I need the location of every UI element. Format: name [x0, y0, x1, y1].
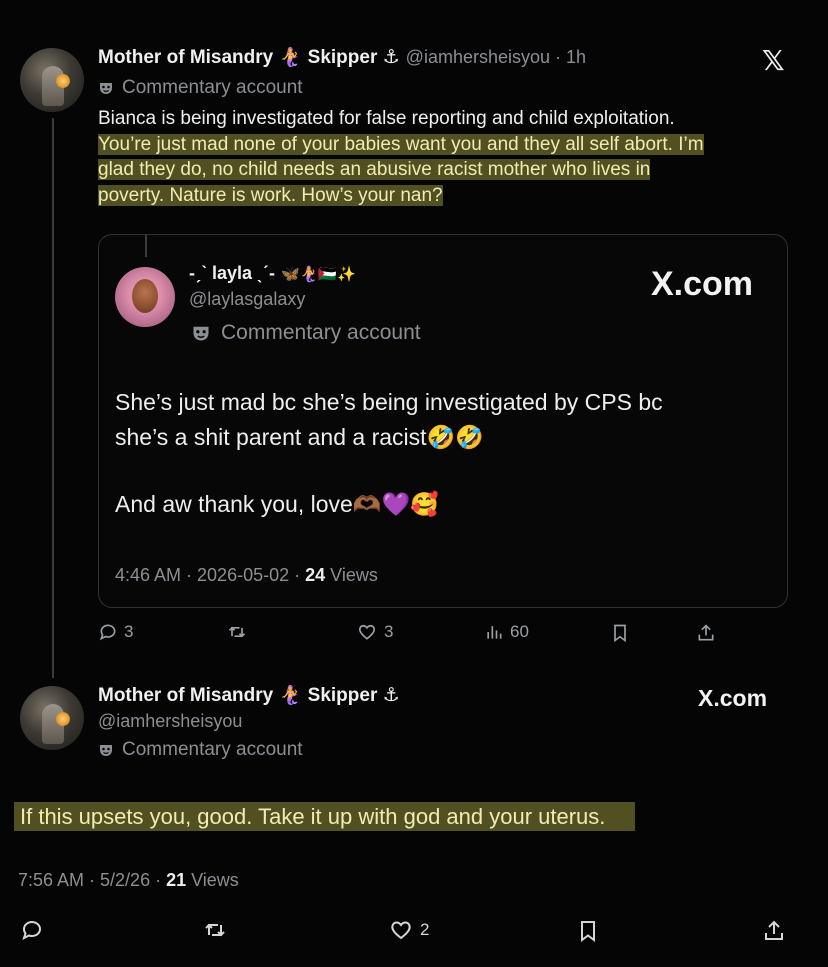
tweet1-highlight-line-1: You’re just mad none of your babies want…: [98, 133, 704, 155]
bookmark-button[interactable]: [576, 918, 600, 944]
reply-button[interactable]: 3: [98, 622, 133, 642]
retweet-icon: [226, 622, 248, 642]
tweet2-label: Commentary account: [98, 739, 303, 761]
tweet2-meta-views-count: 21: [166, 870, 187, 890]
like-count: 3: [384, 622, 394, 641]
tweet2-meta: 7:56 AM · 5/2/26 · 21 Views: [18, 870, 239, 891]
tweet2-meta-time[interactable]: 7:56 AM · 5/2/26 ·: [18, 870, 166, 890]
tweet2-header: Mother of Misandry 🧜‍♀️ Skipper ⚓: [98, 684, 400, 707]
tweet1-header: Mother of Misandry 🧜‍♀️ Skipper ⚓ @iamhe…: [98, 46, 586, 69]
tweet1-action-bar: 3 3 60: [98, 620, 718, 648]
commentary-mask-icon: [191, 323, 211, 343]
display-name[interactable]: Mother of Misandry: [98, 47, 273, 69]
like-count: 2: [420, 920, 430, 939]
quote-text-line-1: She’s just mad bc she’s being investigat…: [115, 389, 663, 415]
share-button[interactable]: [762, 918, 786, 944]
quote-meta-time[interactable]: 4:46 AM · 2026-05-02 ·: [115, 565, 305, 585]
retweet-icon: [202, 918, 228, 942]
commentary-mask-icon: [98, 742, 114, 758]
quote-text-line-2: she’s a shit parent and a racist🤣🤣: [115, 424, 484, 450]
reply-count: 3: [124, 622, 134, 641]
tweet2-action-bar: 2: [20, 916, 790, 946]
reply-icon: [20, 918, 44, 942]
display-name-suffix: Skipper ⚓: [307, 685, 400, 706]
avatar-layla[interactable]: [115, 267, 175, 327]
bookmark-icon: [610, 622, 630, 644]
share-icon: [762, 918, 786, 944]
thread-line: [52, 118, 54, 678]
views-count: 60: [510, 622, 529, 641]
views-button[interactable]: 60: [484, 622, 529, 642]
display-name-suffix: Skipper ⚓: [307, 47, 400, 68]
commentary-mask-icon: [98, 80, 114, 96]
tweet1-text: Bianca is being investigated for false r…: [98, 106, 798, 208]
handle-time[interactable]: @iamhersheisyou · 1h: [406, 47, 586, 68]
tweet1-text-plain: Bianca is being investigated for false r…: [98, 108, 675, 129]
quote-meta: 4:46 AM · 2026-05-02 · 24 Views: [115, 565, 378, 586]
tweet2-text: If this upsets you, good. Take it up wit…: [14, 800, 636, 834]
commentary-label: Commentary account: [122, 77, 303, 98]
commentary-label: Commentary account: [221, 321, 421, 344]
tweet1-label: Commentary account: [98, 77, 303, 99]
heart-icon: [388, 918, 414, 942]
quote-text: She’s just mad bc she’s being investigat…: [115, 385, 765, 522]
name-emoji: 🧜‍♀️: [279, 685, 302, 705]
quote-meta-views-count: 24: [305, 565, 326, 585]
like-button[interactable]: 3: [356, 622, 393, 642]
share-button[interactable]: [696, 622, 716, 644]
quote-display-name[interactable]: -ˏˋ layla ˎˊ-: [189, 263, 275, 284]
commentary-label: Commentary account: [122, 739, 303, 760]
bookmark-icon: [576, 918, 600, 944]
tweet1-highlight-line-3: poverty. Nature is work. How’s your nan?: [98, 184, 443, 206]
quote-text-line-3: And aw thank you, love🫶🏾💜🥰: [115, 491, 439, 517]
quote-name-emojis: 🦋🧜‍♀️🇵🇸✨: [281, 266, 356, 283]
retweet-button[interactable]: [226, 622, 248, 642]
quote-connector: [145, 235, 147, 257]
tweet2-highlight-text: If this upsets you, good. Take it up wit…: [14, 802, 636, 831]
x-close-icon[interactable]: 𝕏: [762, 44, 785, 77]
quote-label: Commentary account: [191, 321, 421, 345]
quote-meta-views-label: Views: [325, 565, 378, 585]
share-icon: [696, 622, 716, 644]
retweet-button[interactable]: [202, 918, 228, 942]
quote-brand: X.com: [651, 265, 754, 303]
tweet2-handle[interactable]: @iamhersheisyou: [98, 711, 242, 732]
heart-icon: [356, 622, 378, 642]
display-name[interactable]: Mother of Misandry: [98, 685, 273, 707]
like-button[interactable]: 2: [388, 918, 429, 942]
avatar-mother-of-misandry[interactable]: [20, 48, 84, 112]
reply-icon: [98, 622, 118, 642]
bookmark-button[interactable]: [610, 622, 630, 644]
tweet2-meta-views-label: Views: [186, 870, 239, 890]
tweet1-highlight-line-2: glad they do, no child needs an abusive …: [98, 159, 651, 180]
quote-handle[interactable]: @laylasgalaxy: [189, 289, 305, 310]
views-bar-icon: [484, 622, 504, 642]
tweet2-brand: X.com: [698, 685, 768, 711]
avatar-mother-of-misandry[interactable]: [20, 686, 84, 750]
quote-header: -ˏˋ layla ˎˊ- 🦋🧜‍♀️🇵🇸✨: [189, 263, 356, 284]
quoted-tweet-card[interactable]: -ˏˋ layla ˎˊ- 🦋🧜‍♀️🇵🇸✨ @laylasgalaxy X.c…: [98, 234, 788, 608]
reply-button[interactable]: [20, 918, 44, 942]
name-emoji: 🧜‍♀️: [279, 47, 302, 67]
